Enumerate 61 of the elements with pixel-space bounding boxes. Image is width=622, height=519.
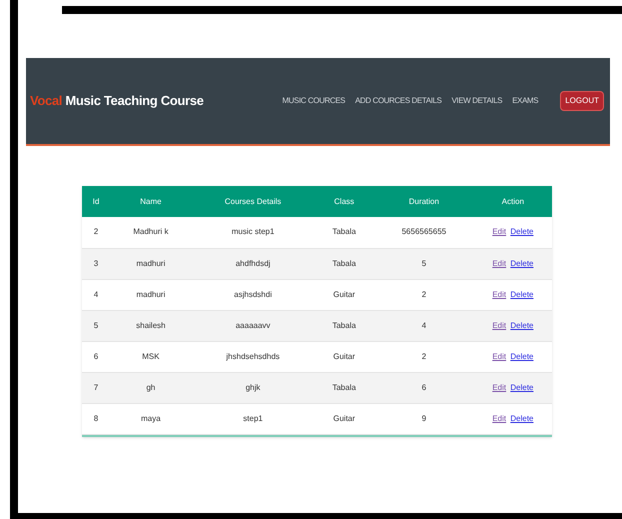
- table-cell: ghjk: [192, 372, 314, 403]
- delete-link[interactable]: Delete: [510, 258, 534, 268]
- table-cell: Tabala: [314, 310, 374, 341]
- delete-link[interactable]: Delete: [510, 414, 534, 422]
- table-cell: gh: [110, 372, 192, 403]
- table-cell: Madhuri k: [110, 217, 192, 248]
- column-header: Duration: [374, 186, 474, 217]
- edit-link[interactable]: Edit: [492, 320, 506, 330]
- table-cell: Guitar: [314, 403, 374, 434]
- table-cell: 5: [82, 310, 110, 341]
- column-header: Courses Details: [192, 186, 314, 217]
- table-cell: Tabala: [314, 248, 374, 279]
- table-cell: Guitar: [314, 341, 374, 372]
- table-cell: 8: [82, 403, 110, 434]
- table-cell: maya: [110, 403, 192, 434]
- table-cell: Tabala: [314, 372, 374, 403]
- delete-link[interactable]: Delete: [510, 320, 534, 330]
- table-cell: 5656565655: [374, 217, 474, 248]
- edit-link[interactable]: Edit: [492, 382, 506, 392]
- table-cell: shailesh: [110, 310, 192, 341]
- table-cell: 3: [82, 248, 110, 279]
- table-cell: madhuri: [110, 279, 192, 310]
- table-cell: 4: [82, 279, 110, 310]
- table-cell: Guitar: [314, 279, 374, 310]
- column-header: Action: [474, 186, 552, 217]
- table-cell: 2: [374, 279, 474, 310]
- table-cell: madhuri: [110, 248, 192, 279]
- table-cell: 6: [82, 341, 110, 372]
- table-cell: step1: [192, 403, 314, 434]
- table-cell: MSK: [110, 341, 192, 372]
- column-header: Name: [110, 186, 192, 217]
- edit-link[interactable]: Edit: [492, 290, 506, 298]
- logout-button[interactable]: LOGOUT: [560, 91, 604, 111]
- nav-link[interactable]: ADD COURCES DETAILS: [355, 95, 442, 107]
- table-cell: 4: [374, 310, 474, 341]
- edit-link[interactable]: Edit: [492, 414, 506, 422]
- table-cell: jhshdsehsdhds: [192, 341, 314, 372]
- table-cell: 2: [374, 341, 474, 372]
- table-cell: 6: [374, 372, 474, 403]
- column-header: Class: [314, 186, 374, 217]
- table-cell: 5: [374, 248, 474, 279]
- nav-link[interactable]: EXAMS: [512, 95, 538, 107]
- delete-link[interactable]: Delete: [510, 352, 534, 360]
- table-cell: music step1: [192, 217, 314, 248]
- table-cell: ahdfhdsdj: [192, 248, 314, 279]
- delete-link[interactable]: Delete: [510, 382, 534, 392]
- table-cell: 7: [82, 372, 110, 403]
- table-cell: 2: [82, 217, 110, 248]
- table-cell: aaaaaavv: [192, 310, 314, 341]
- delete-link[interactable]: Delete: [510, 290, 534, 298]
- table-cell: 9: [374, 403, 474, 434]
- column-header: Id: [82, 186, 110, 217]
- edit-link[interactable]: Edit: [492, 258, 506, 268]
- edit-link[interactable]: Edit: [492, 352, 506, 360]
- table-cell: Tabala: [314, 217, 374, 248]
- brand-title[interactable]: Vocal Music Teaching Course: [30, 91, 204, 111]
- edit-link[interactable]: Edit: [492, 227, 506, 236]
- delete-link[interactable]: Delete: [510, 227, 534, 236]
- nav-link[interactable]: MUSIC COURCES: [282, 95, 346, 107]
- nav-link[interactable]: VIEW DETAILS: [452, 95, 502, 107]
- table-cell: asjhsdshdi: [192, 279, 314, 310]
